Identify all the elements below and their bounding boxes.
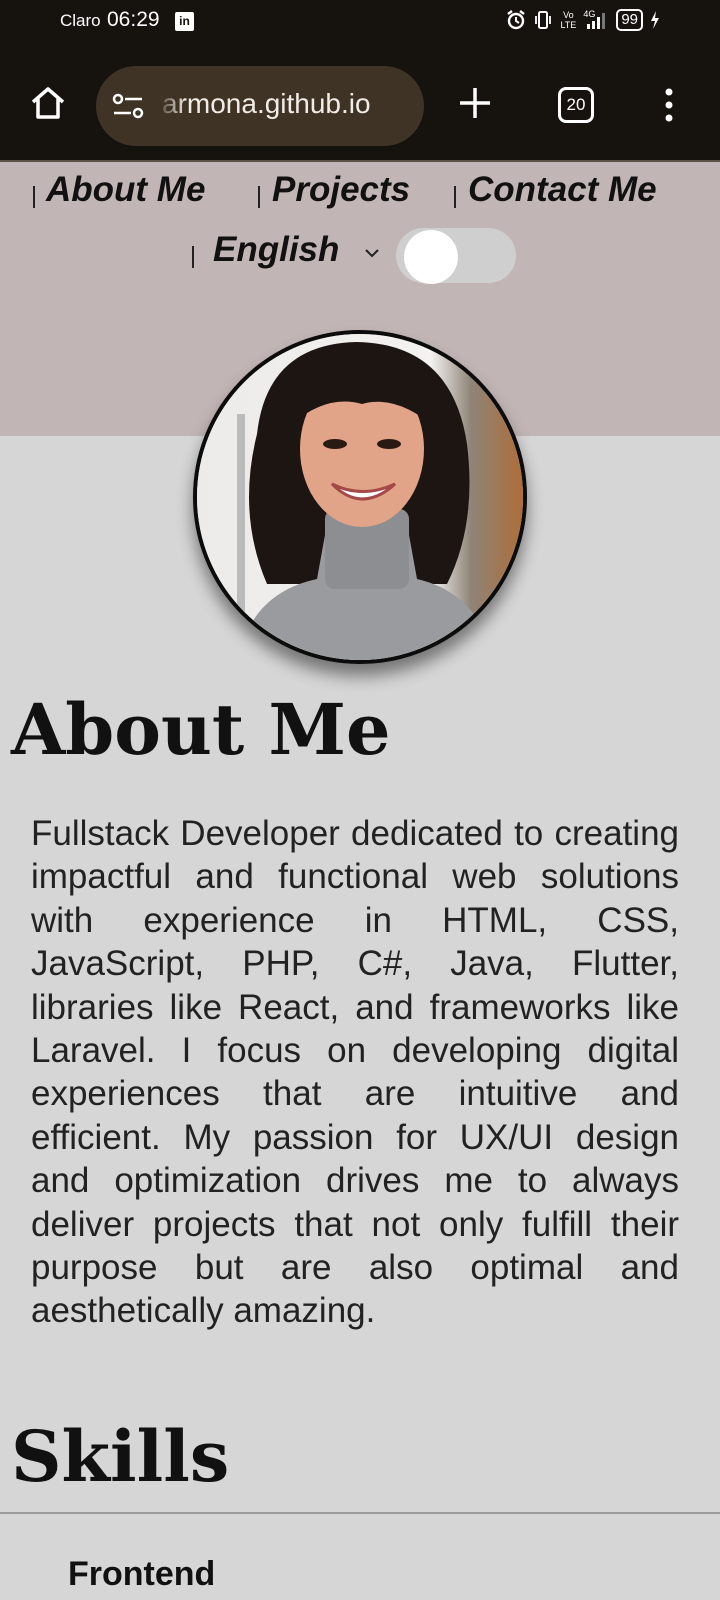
profile-photo bbox=[193, 330, 527, 664]
vibrate-icon bbox=[535, 11, 552, 29]
url-text: armona.github.io bbox=[162, 88, 371, 119]
nav-link-about-me[interactable]: About Me bbox=[46, 170, 205, 210]
signal-icon: 4G bbox=[583, 9, 609, 31]
toggle-knob bbox=[404, 230, 458, 284]
more-menu-icon[interactable] bbox=[663, 88, 675, 122]
status-icons: Vo LTE 4G 99 bbox=[506, 9, 660, 31]
address-bar[interactable]: armona.github.io bbox=[96, 66, 424, 146]
new-tab-icon[interactable] bbox=[458, 86, 492, 120]
nav-separator bbox=[192, 246, 194, 268]
nav-separator bbox=[33, 186, 35, 208]
alarm-icon bbox=[507, 10, 526, 30]
home-icon[interactable] bbox=[28, 83, 68, 123]
linkedin-icon: in bbox=[175, 12, 194, 31]
carrier-name: Claro bbox=[60, 11, 101, 30]
about-text: Fullstack Developer dedicated to creatin… bbox=[31, 814, 679, 1331]
skills-title: Skills bbox=[11, 1415, 230, 1498]
battery-icon: 99 bbox=[616, 9, 643, 31]
browser-toolbar: armona.github.io 20 bbox=[0, 44, 720, 162]
site-nav: About Me Projects Contact Me English bbox=[0, 162, 720, 284]
section-divider bbox=[0, 1512, 720, 1514]
nav-link-projects[interactable]: Projects bbox=[272, 170, 410, 210]
nav-separator bbox=[258, 186, 260, 208]
portrait-illustration bbox=[197, 334, 523, 660]
chevron-down-icon[interactable] bbox=[363, 247, 381, 259]
lte-label: LTE bbox=[560, 20, 577, 30]
nav-link-contact-me[interactable]: Contact Me bbox=[468, 170, 657, 210]
network-tech: Vo LTE bbox=[560, 10, 576, 30]
status-bar: Claro 06:29 in Vo LTE 4G 99 bbox=[0, 0, 720, 44]
url-fade bbox=[156, 84, 186, 128]
about-title: About Me bbox=[11, 688, 391, 771]
clock: 06:29 bbox=[107, 8, 160, 31]
language-select[interactable]: English bbox=[213, 230, 339, 270]
charging-icon bbox=[651, 11, 659, 29]
tab-switcher-icon[interactable]: 20 bbox=[558, 87, 594, 123]
theme-toggle[interactable] bbox=[396, 228, 516, 284]
nav-separator bbox=[454, 186, 456, 208]
site-settings-icon[interactable] bbox=[112, 92, 144, 120]
skill-category-frontend: Frontend bbox=[68, 1555, 216, 1593]
volte-label: Vo bbox=[563, 10, 574, 20]
